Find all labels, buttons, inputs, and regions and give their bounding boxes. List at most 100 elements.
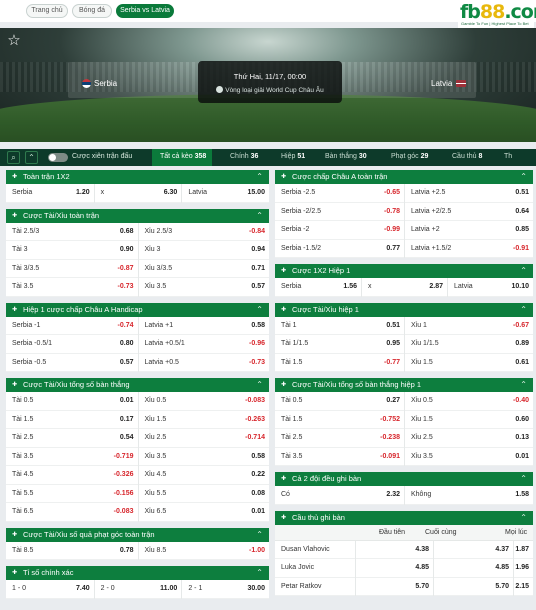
tab-half[interactable]: Hiệp 51 — [281, 153, 305, 160]
pin-icon[interactable]: ✚ — [281, 511, 286, 525]
pin-icon[interactable]: ✚ — [281, 472, 286, 486]
odds-cell[interactable]: Tài 4.5 -0.326 — [6, 466, 138, 485]
odds-cell[interactable]: 1.96 — [513, 559, 533, 578]
pin-icon[interactable]: ✚ — [12, 528, 17, 542]
chevron-up-icon[interactable]: ⌃ — [256, 209, 263, 223]
odds-cell[interactable]: 2 - 0 11.00 — [93, 580, 182, 599]
market-header[interactable]: ✚ Tỉ số chính xác ⌃ — [6, 566, 269, 580]
odds-cell[interactable]: Xỉu 3.5 0.01 — [404, 447, 533, 466]
market-header[interactable]: ✚ Toàn trận 1X2 ⌃ — [6, 170, 269, 184]
market-header[interactable]: ✚ Cược 1X2 Hiệp 1 ⌃ — [275, 264, 533, 278]
odds-cell[interactable]: Latvia +1.5/2 -0.91 — [404, 239, 533, 258]
odds-cell[interactable]: Tài 3.5 -0.719 — [6, 448, 138, 467]
odds-cell[interactable]: 2.15 — [513, 577, 533, 596]
odds-cell[interactable]: Tài 0.5 0.01 — [6, 392, 138, 411]
pin-icon[interactable]: ✚ — [281, 303, 286, 317]
odds-cell[interactable]: Serbia -0.5 0.57 — [6, 354, 138, 373]
odds-cell[interactable]: Xỉu 1 -0.67 — [404, 316, 533, 335]
pin-icon[interactable]: ✚ — [12, 170, 17, 184]
odds-cell[interactable]: x 2.87 — [361, 278, 447, 297]
odds-cell[interactable]: Serbia -1 -0.74 — [6, 317, 138, 336]
logo[interactable]: fb88.com Gamble To Fun | Highest Place T… — [458, 0, 536, 28]
chevron-up-icon[interactable]: ⌃ — [520, 264, 527, 278]
chevron-up-icon[interactable]: ⌃ — [520, 170, 527, 184]
odds-cell[interactable]: 2 - 1 30.00 — [181, 580, 269, 599]
odds-cell[interactable]: 5.70 — [433, 577, 513, 596]
chevron-up-icon[interactable]: ⌃ — [256, 566, 263, 580]
odds-cell[interactable]: Tài 3/3.5 -0.87 — [6, 260, 138, 279]
market-header[interactable]: ✚ Cược chấp Châu A toàn trận ⌃ — [275, 170, 533, 184]
odds-cell[interactable]: Tài 3.5 -0.73 — [6, 278, 138, 297]
chevron-up-icon[interactable]: ⌃ — [256, 303, 263, 317]
odds-cell[interactable]: Serbia -2.5 -0.65 — [275, 184, 404, 203]
odds-cell[interactable]: Tài 1 0.51 — [275, 317, 404, 336]
odds-cell[interactable]: Tài 2.5/3 0.68 — [6, 223, 138, 242]
odds-cell[interactable]: Tài 1.5 0.17 — [6, 411, 138, 430]
odds-cell[interactable]: Tài 3.5 -0.091 — [275, 448, 404, 467]
odds-cell[interactable]: Xỉu 2.5 0.13 — [404, 429, 533, 448]
odds-cell[interactable]: Serbia 1.20 — [6, 184, 94, 203]
pin-icon[interactable]: ✚ — [12, 378, 17, 392]
breadcrumb-football[interactable]: Bóng đá — [72, 4, 112, 18]
market-header[interactable]: ✚ Cược Tài/Xỉu tổng số bàn thắng hiệp 1 ⌃ — [275, 378, 533, 392]
pin-icon[interactable]: ✚ — [281, 378, 286, 392]
odds-cell[interactable]: Xỉu 0.5 -0.40 — [404, 392, 533, 411]
odds-cell[interactable]: Serbia -1.5/2 0.77 — [275, 240, 404, 259]
odds-cell[interactable]: Có 2.32 — [275, 486, 404, 505]
market-header[interactable]: ✚ Cược Tài/Xỉu số quả phạt góc toàn trận ⌃ — [6, 527, 269, 542]
odds-cell[interactable]: Xỉu 3/3.5 0.71 — [137, 259, 270, 278]
odds-cell[interactable]: Latvia 10.10 — [447, 278, 533, 297]
odds-cell[interactable]: Tài 1/1.5 0.95 — [275, 335, 404, 354]
odds-cell[interactable]: Xỉu 2.5 -0.714 — [137, 429, 270, 448]
odds-cell[interactable]: Tài 0.5 0.27 — [275, 392, 404, 411]
chevron-up-icon[interactable]: ⌃ — [256, 528, 263, 542]
tab-more[interactable]: Th — [504, 153, 512, 160]
tab-main[interactable]: Chính 36 — [230, 153, 258, 160]
pin-icon[interactable]: ✚ — [12, 209, 17, 223]
pin-icon[interactable]: ✚ — [12, 303, 17, 317]
odds-cell[interactable]: Xỉu 2.5/3 -0.84 — [137, 222, 270, 241]
chevron-up-icon[interactable]: ⌃ — [520, 511, 527, 525]
odds-cell[interactable]: 1.87 — [513, 540, 533, 559]
pin-icon[interactable]: ✚ — [281, 170, 286, 184]
odds-cell[interactable]: Latvia 15.00 — [181, 184, 269, 203]
odds-cell[interactable]: Tài 1.5 -0.77 — [275, 354, 404, 373]
odds-cell[interactable]: Tài 2.5 -0.238 — [275, 429, 404, 448]
odds-cell[interactable]: Serbia -2/2.5 -0.78 — [275, 203, 404, 222]
odds-cell[interactable]: 4.85 — [355, 559, 433, 578]
pin-icon[interactable]: ✚ — [281, 264, 286, 278]
star-icon[interactable]: ☆ — [6, 33, 22, 49]
breadcrumb-home[interactable]: Trang chủ — [26, 4, 68, 18]
market-header[interactable]: ✚ Cả 2 đội đều ghi bàn ⌃ — [275, 472, 533, 486]
odds-cell[interactable]: Tài 3 0.90 — [6, 241, 138, 260]
odds-cell[interactable]: Tài 2.5 0.54 — [6, 429, 138, 448]
odds-cell[interactable]: Xỉu 4.5 0.22 — [137, 466, 270, 485]
chevron-up-icon[interactable]: ⌃ — [256, 378, 263, 392]
odds-cell[interactable]: Tài 8.5 0.78 — [6, 542, 138, 561]
odds-cell[interactable]: Xỉu 3 0.94 — [137, 241, 270, 260]
odds-cell[interactable]: 4.38 — [355, 540, 433, 559]
market-header[interactable]: ✚ Cược Tài/Xỉu tổng số bàn thắng ⌃ — [6, 378, 269, 392]
double-chevron-up-icon[interactable]: ⌃ — [25, 151, 38, 164]
odds-cell[interactable]: 5.70 — [355, 577, 433, 596]
odds-cell[interactable]: Latvia +0.5 -0.73 — [137, 353, 270, 372]
odds-cell[interactable]: Latvia +2.5 0.51 — [404, 184, 533, 203]
odds-cell[interactable]: Serbia -2 -0.99 — [275, 221, 404, 240]
market-header[interactable]: ✚ Hiệp 1 cược chấp Châu A Handicap ⌃ — [6, 302, 269, 317]
odds-cell[interactable]: Latvia +1 0.58 — [137, 316, 270, 335]
odds-cell[interactable]: x 6.30 — [93, 184, 182, 203]
tab-players[interactable]: Cầu thủ 8 — [452, 153, 482, 160]
odds-cell[interactable]: Serbia -0.5/1 0.80 — [6, 335, 138, 354]
odds-cell[interactable]: Tài 1.5 -0.752 — [275, 411, 404, 430]
odds-cell[interactable]: Xỉu 3.5 0.58 — [137, 447, 270, 466]
pin-icon[interactable]: ✚ — [12, 566, 17, 580]
tab-goals[interactable]: Bàn thắng 30 — [325, 153, 367, 160]
odds-cell[interactable]: Xỉu 8.5 -1.00 — [137, 541, 270, 560]
chevron-up-icon[interactable]: ⌃ — [520, 378, 527, 392]
chevron-up-icon[interactable]: ⌃ — [256, 170, 263, 184]
odds-cell[interactable]: 1 - 0 7.40 — [6, 580, 94, 599]
chevron-up-icon[interactable]: ⌃ — [520, 472, 527, 486]
odds-cell[interactable]: Tài 5.5 -0.156 — [6, 485, 138, 504]
odds-cell[interactable]: Không 1.58 — [404, 486, 533, 505]
odds-cell[interactable]: Xỉu 5.5 0.08 — [137, 484, 270, 503]
